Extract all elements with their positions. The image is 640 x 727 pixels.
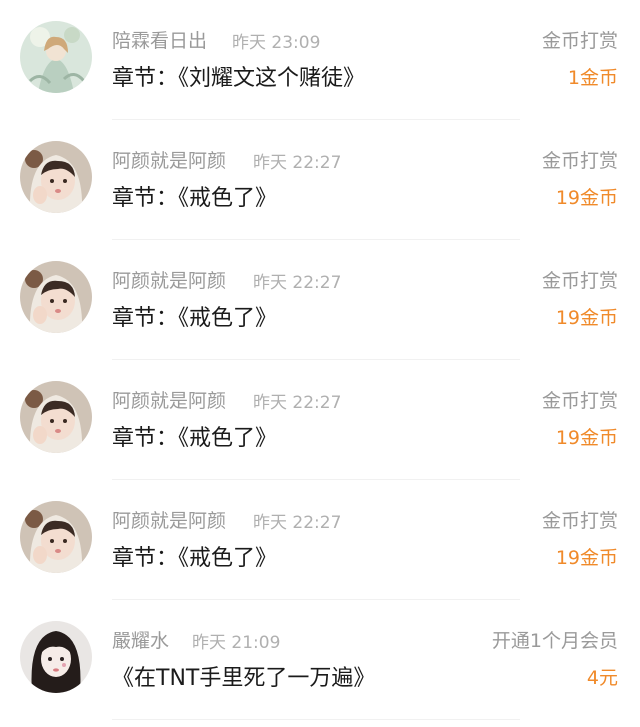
user-name[interactable]: 陪霖看日出 (112, 26, 207, 53)
user-avatar[interactable] (20, 501, 92, 573)
record-time: 昨天 23:09 (232, 33, 321, 53)
record-amount: 19金币 (555, 187, 618, 209)
avatar-hooded-girl-icon (20, 501, 92, 573)
user-name[interactable]: 阿颜就是阿颜 (112, 146, 226, 173)
record-amount: 19金币 (555, 307, 618, 329)
record-amount: 1金币 (567, 67, 618, 89)
record-type: 开通1个月会员 (491, 630, 618, 652)
record-time: 昨天 22:27 (253, 393, 342, 413)
avatar-hooded-girl-icon (20, 141, 92, 213)
record-row[interactable]: 阿颜就是阿颜 昨天 22:27 章节：《戒色了》 金币打赏 19金币 (0, 240, 640, 360)
record-content: 章节：《戒色了》 (112, 426, 278, 451)
record-content: 章节：《戒色了》 (112, 186, 278, 211)
record-type: 金币打赏 (541, 510, 618, 532)
record-time: 昨天 22:27 (253, 153, 342, 173)
user-avatar[interactable] (20, 261, 92, 333)
record-amount: 19金币 (555, 427, 618, 449)
record-time: 昨天 22:27 (253, 513, 342, 533)
avatar-hooded-girl-icon (20, 381, 92, 453)
record-row[interactable]: 陪霖看日出 昨天 23:09 章节：《刘耀文这个赌徒》 金币打赏 1金币 (0, 0, 640, 120)
user-avatar[interactable] (20, 141, 92, 213)
reward-record-list: 陪霖看日出 昨天 23:09 章节：《刘耀文这个赌徒》 金币打赏 1金币 阿颜就… (0, 0, 640, 727)
record-time: 昨天 21:09 (192, 633, 281, 653)
row-divider (112, 719, 520, 720)
record-row[interactable]: 阿颜就是阿颜 昨天 22:27 章节：《戒色了》 金币打赏 19金币 (0, 480, 640, 600)
user-avatar[interactable] (20, 21, 92, 93)
record-type: 金币打赏 (541, 390, 618, 412)
avatar-dark-hair-girl-icon (20, 621, 92, 693)
record-time: 昨天 22:27 (253, 273, 342, 293)
user-name[interactable]: 嚴耀水 (112, 626, 169, 653)
record-row[interactable]: 嚴耀水 昨天 21:09 《在TNT手里死了一万遍》 开通1个月会员 4元 (0, 600, 640, 720)
record-content: 章节：《刘耀文这个赌徒》 (112, 66, 366, 91)
avatar-anime-girl-icon (20, 21, 92, 93)
record-amount: 19金币 (555, 547, 618, 569)
record-content: 章节：《戒色了》 (112, 306, 278, 331)
record-content: 章节：《戒色了》 (112, 546, 278, 571)
record-type: 金币打赏 (541, 30, 618, 52)
user-avatar[interactable] (20, 621, 92, 693)
record-row[interactable]: 阿颜就是阿颜 昨天 22:27 章节：《戒色了》 金币打赏 19金币 (0, 360, 640, 480)
user-name[interactable]: 阿颜就是阿颜 (112, 266, 226, 293)
record-amount: 4元 (586, 667, 618, 689)
record-content: 《在TNT手里死了一万遍》 (112, 666, 376, 691)
record-type: 金币打赏 (541, 270, 618, 292)
record-row[interactable]: 阿颜就是阿颜 昨天 22:27 章节：《戒色了》 金币打赏 19金币 (0, 120, 640, 240)
record-type: 金币打赏 (541, 150, 618, 172)
user-avatar[interactable] (20, 381, 92, 453)
user-name[interactable]: 阿颜就是阿颜 (112, 386, 226, 413)
user-name[interactable]: 阿颜就是阿颜 (112, 506, 226, 533)
avatar-hooded-girl-icon (20, 261, 92, 333)
